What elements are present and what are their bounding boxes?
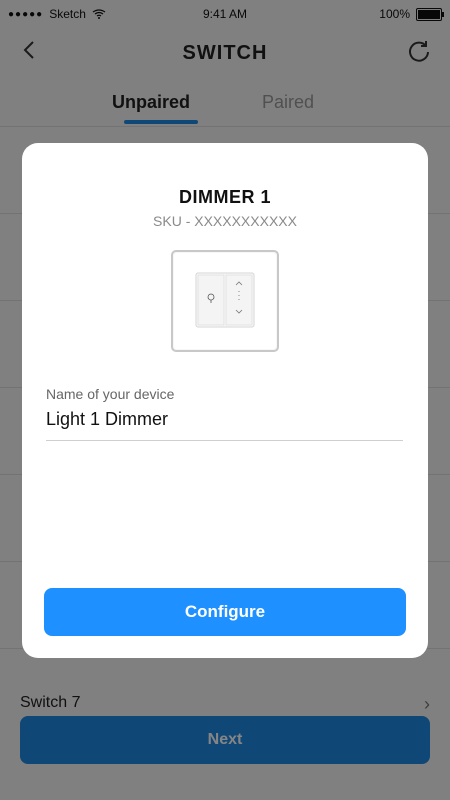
device-sku: SKU - XXXXXXXXXXX (153, 213, 297, 229)
modal-title: DIMMER 1 (178, 187, 271, 207)
device-name-input[interactable] (46, 409, 403, 441)
dimmer-device-image (171, 250, 279, 352)
device-modal: DIMMER 1 SKU - XXXXXXXXXXX Name of your … (22, 143, 428, 658)
device-name-label: Name of your device (46, 386, 175, 402)
configure-button[interactable]: Configure (44, 588, 406, 636)
